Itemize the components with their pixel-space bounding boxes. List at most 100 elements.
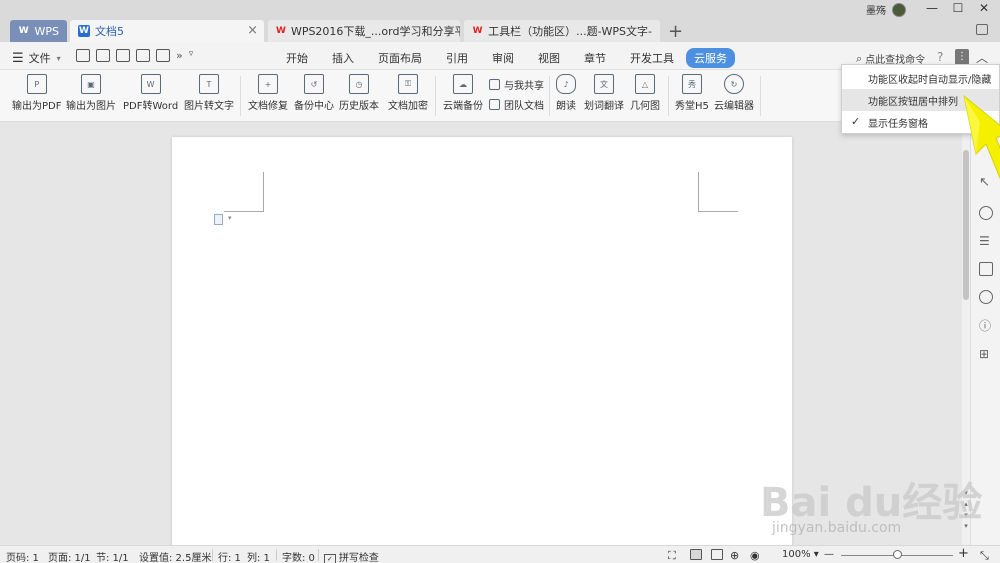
close-tab-icon[interactable]: × (247, 23, 258, 38)
status-bar: 页码: 1 页面: 1/1 节: 1/1 设置值: 2.5厘米 行: 1 列: … (0, 545, 1000, 563)
button-label: 图片转文字 (184, 101, 234, 112)
help-circle-icon[interactable]: ⓘ (979, 319, 993, 333)
status-page-code[interactable]: 页码: 1 (6, 549, 39, 563)
shapes-icon[interactable] (979, 206, 993, 220)
ribbon-separator (760, 76, 761, 116)
web-view-icon[interactable]: ⊕ (730, 549, 739, 562)
tab-label: WPS (34, 24, 60, 38)
menu-item-auto-show-hide[interactable]: 功能区收起时自动显示/隐藏 (842, 67, 999, 89)
chevron-down-icon[interactable]: ▾ (228, 214, 232, 222)
settings-sliders-icon[interactable]: ☰ (979, 234, 993, 248)
outline-view-icon[interactable] (711, 549, 723, 560)
team-docs-button[interactable]: 团队文档 (489, 97, 544, 112)
user-account[interactable]: 墨殇 (866, 2, 906, 17)
print-icon[interactable] (136, 49, 150, 62)
spell-check-button[interactable]: ✓ 拼写检查 (324, 549, 379, 563)
user-name: 墨殇 (866, 6, 886, 17)
document-encrypt-button[interactable]: ⚿ 文档加密 (388, 74, 428, 112)
maximize-button[interactable]: ☐ (948, 1, 968, 15)
tab-developer[interactable]: 开发工具 (630, 48, 674, 68)
h5-icon: 秀 (681, 74, 702, 94)
export-image-button[interactable]: ▣ 输出为图片 (66, 74, 116, 112)
button-label: PDF转Word (123, 101, 179, 112)
tab-wps-home[interactable]: W WPS (10, 20, 67, 42)
status-page[interactable]: 页面: 1/1 (48, 549, 91, 563)
close-window-button[interactable]: ✕ (974, 1, 994, 15)
ribbon-separator (549, 76, 550, 116)
fullscreen-icon[interactable]: ⛶ (668, 549, 676, 563)
wps-web-icon: W (472, 26, 483, 36)
menu-item-label: 显示任务窗格 (868, 118, 928, 130)
pdf-icon: P (26, 74, 47, 94)
button-label: 文档修复 (248, 101, 288, 112)
image-to-text-button[interactable]: T 图片转文字 (184, 74, 234, 112)
customize-icon[interactable]: ▿ (189, 49, 194, 62)
help-icon[interactable]: ? (937, 50, 943, 64)
tab-cloud-service[interactable]: 云服务 (686, 48, 735, 68)
pdf-to-word-button[interactable]: W PDF转Word (123, 74, 178, 112)
tab-home[interactable]: 开始 (286, 48, 308, 68)
button-label: 云编辑器 (714, 101, 754, 112)
export-pdf-button[interactable]: P 输出为PDF (12, 74, 61, 112)
translate-icon: 文 (594, 74, 614, 94)
history-version-button[interactable]: ◷ 历史版本 (339, 74, 379, 112)
zoom-out-button[interactable]: — (824, 549, 834, 560)
document-icon: W (78, 25, 90, 37)
tab-view[interactable]: 视图 (538, 48, 560, 68)
document-repair-button[interactable]: + 文档修复 (248, 74, 288, 112)
more-options-button[interactable]: ⋮ (955, 49, 969, 65)
apps-grid-icon[interactable]: ⊞ (979, 347, 993, 361)
tab-toolbar-article[interactable]: W 工具栏（功能区）...题-WPS文字- (464, 20, 660, 42)
button-label: 划词翻译 (584, 101, 624, 112)
status-column[interactable]: 列: 1 (247, 549, 270, 563)
status-setting-value[interactable]: 设置值: 2.5厘米 (139, 549, 211, 563)
document-page[interactable]: ▾ (172, 137, 792, 547)
tab-chapter[interactable]: 章节 (584, 48, 606, 68)
status-word-count[interactable]: 字数: 0 (282, 549, 315, 563)
shared-with-me-button[interactable]: 与我共享 (489, 77, 544, 92)
status-separator (318, 549, 319, 561)
geometry-button[interactable]: △ 几何图 (630, 74, 660, 112)
cloud-backup-button[interactable]: ☁ 云端备份 (443, 74, 483, 112)
cloud-editor-button[interactable]: ↻ 云编辑器 (714, 74, 754, 112)
eye-protection-icon[interactable]: ◉ (750, 549, 760, 562)
button-label: 团队文档 (504, 101, 544, 112)
xiutang-h5-button[interactable]: 秀 秀堂H5 (675, 74, 709, 112)
margin-marker-top-right (698, 172, 738, 212)
menu-item-label: 功能区按钮居中排列 (868, 96, 958, 108)
tab-wps-download[interactable]: W WPS2016下载_...ord学习和分享平台 (268, 20, 460, 42)
zoom-slider-handle[interactable] (893, 550, 902, 559)
tab-document5[interactable]: W 文档5 × (70, 20, 264, 42)
page-view-icon[interactable] (690, 549, 702, 560)
tab-review[interactable]: 审阅 (492, 48, 514, 68)
more-tools-icon[interactable]: » (176, 49, 183, 62)
new-tab-button[interactable]: + (668, 21, 683, 42)
tab-page-layout[interactable]: 页面布局 (378, 48, 422, 68)
share-icon (489, 79, 500, 90)
image-icon: ▣ (81, 74, 101, 94)
zoom-level-dropdown[interactable]: 100% ▾ (782, 549, 819, 560)
print-preview-icon[interactable] (156, 49, 170, 62)
editor-icon: ↻ (724, 74, 744, 94)
save-icon[interactable] (96, 49, 110, 62)
word-translate-button[interactable]: 文 划词翻译 (584, 74, 624, 112)
minimize-button[interactable]: — (922, 1, 942, 15)
tab-references[interactable]: 引用 (446, 48, 468, 68)
paragraph-layout-icon[interactable] (214, 214, 223, 225)
open-folder-icon[interactable] (76, 49, 90, 62)
export-pdf-icon[interactable] (116, 49, 130, 62)
button-label: 备份中心 (294, 101, 334, 112)
file-menu-button[interactable]: ☰ 文件 ▾ (12, 50, 61, 66)
backup-icon: ↺ (304, 74, 324, 94)
tab-insert[interactable]: 插入 (332, 48, 354, 68)
yellow-arrow-annotation-icon (963, 94, 1000, 179)
history-clock-icon[interactable] (979, 290, 993, 304)
read-aloud-button[interactable]: ♪ 朗读 (556, 74, 576, 112)
archive-icon[interactable] (979, 262, 993, 276)
sidebar-toggle-icon[interactable] (976, 24, 988, 35)
status-section[interactable]: 节: 1/1 (96, 549, 129, 563)
status-row[interactable]: 行: 1 (218, 549, 241, 563)
backup-center-button[interactable]: ↺ 备份中心 (294, 74, 334, 112)
margin-marker-top-left (224, 172, 264, 212)
zoom-in-button[interactable]: + (958, 546, 969, 561)
